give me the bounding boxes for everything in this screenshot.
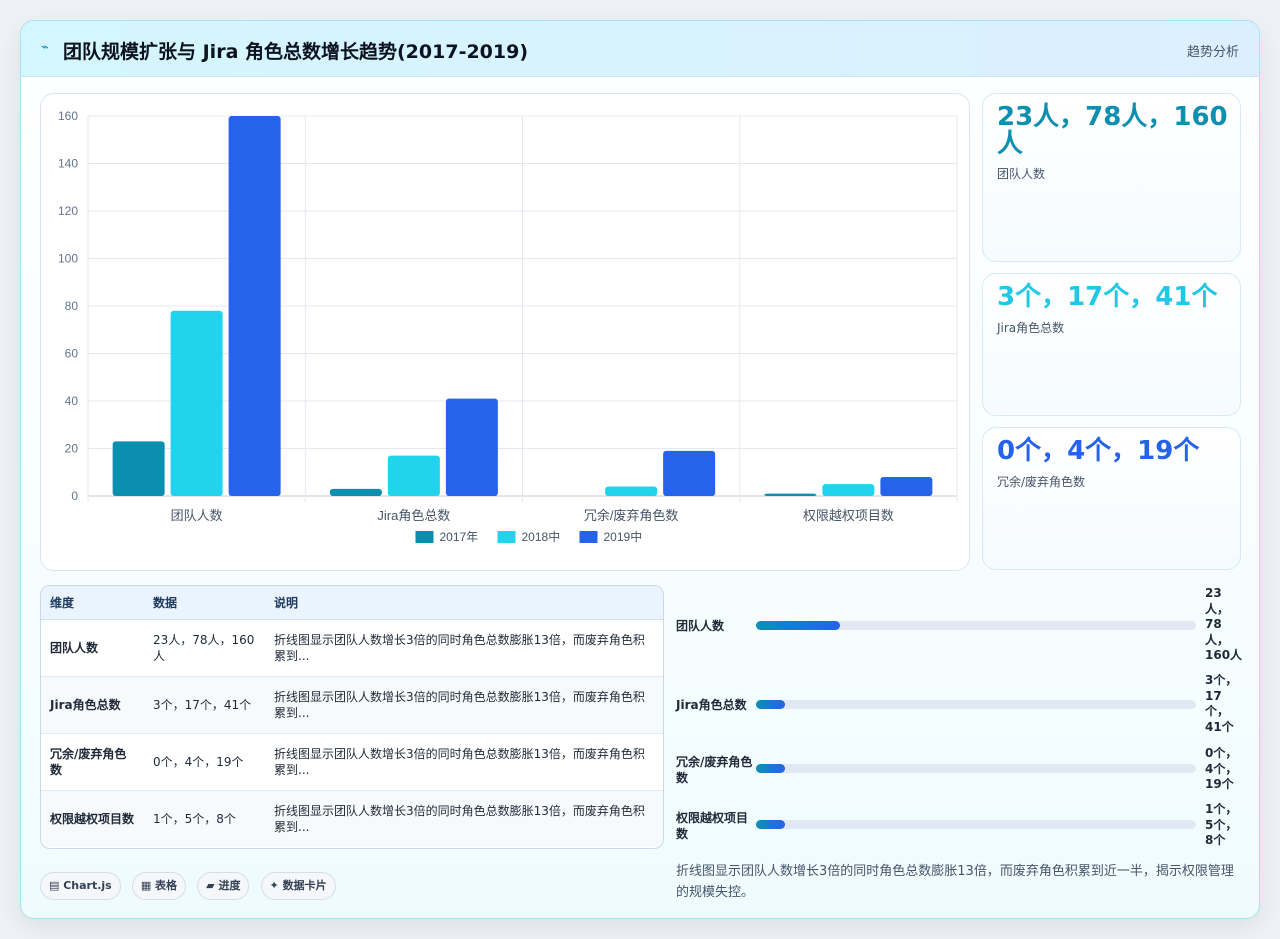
progress-fill	[756, 700, 785, 709]
kpi-card-roles: 3个，17个，41个 Jira角色总数	[982, 273, 1241, 416]
chip-data-cards[interactable]: ✦ 数据卡片	[260, 872, 336, 900]
cell-description: 折线图显示团队人数增长3倍的同时角色总数膨胀13倍，而废弃角色积累到...	[274, 746, 645, 777]
chip-chartjs[interactable]: ▤ Chart.js	[40, 872, 121, 900]
y-tick-label: 60	[65, 347, 79, 361]
table-row: 权限越权项目数 1个，5个，8个 折线图显示团队人数增长3倍的同时角色总数膨胀1…	[41, 790, 663, 847]
x-tick-label: 冗余/废弃角色数	[584, 508, 679, 523]
table-row: 冗余/废弃角色数 0个，4个，19个 折线图显示团队人数增长3倍的同时角色总数膨…	[41, 733, 663, 790]
progress-row-team: 团队人数 23人，78人，160人	[676, 586, 1246, 666]
progress-row-deprecated: 冗余/废弃角色数 0个，4个，19个	[676, 746, 1246, 794]
data-table: 维度 数据 说明 团队人数 23人，78人，160人 折线图显示团队人数增长3倍…	[40, 585, 664, 849]
bar	[228, 116, 281, 496]
header-tag: 趋势分析	[1186, 45, 1239, 60]
column-header: 数据	[144, 586, 265, 620]
header-bar: ⌁ 团队规模扩张与 Jira 角色总数增长趋势(2017-2019) 趋势分析	[21, 21, 1259, 77]
cell-description: 折线图显示团队人数增长3倍的同时角色总数膨胀13倍，而废弃角色积累到...	[274, 689, 645, 720]
progress-label: 团队人数	[676, 619, 725, 633]
legend-swatch	[415, 531, 434, 543]
progress-value: 23人，78人，160人	[1205, 586, 1243, 662]
y-tick-label: 160	[58, 109, 78, 123]
kpi-label: Jira角色总数	[997, 321, 1065, 335]
progress-track	[756, 820, 1196, 829]
progress-value: 3个，17个，41个	[1205, 673, 1238, 734]
legend-label: 2018中	[522, 529, 561, 544]
y-tick-label: 40	[65, 394, 79, 408]
y-tick-label: 80	[65, 299, 79, 313]
chip-table[interactable]: ▦ 表格	[131, 872, 187, 900]
kpi-value: 23人，78人，160人	[997, 102, 1228, 159]
y-tick-label: 120	[58, 204, 78, 218]
bar	[764, 493, 817, 496]
bar-chart-panel: 0 20 40 60 80 100 120 140 160 团队人数 Jira角色总数 冗余/废弃角色…	[40, 93, 970, 571]
cell-description: 折线图显示团队人数增长3倍的同时角色总数膨胀13倍，而废弃角色积累到...	[274, 632, 645, 663]
progress-row-overreach: 权限越权项目数 1个，5个，8个	[676, 802, 1246, 850]
legend-label: 2017年	[440, 530, 479, 544]
column-header: 维度	[41, 586, 144, 620]
kpi-label: 团队人数	[997, 167, 1046, 181]
legend-swatch	[497, 531, 516, 543]
progress-track	[756, 700, 1196, 709]
progress-value: 0个，4个，19个	[1205, 746, 1238, 791]
cell-data: 23人，78人，160人	[153, 632, 255, 663]
bar	[663, 450, 716, 496]
dashboard-card: ⌁ 团队规模扩张与 Jira 角色总数增长趋势(2017-2019) 趋势分析 …	[20, 20, 1260, 919]
bar	[170, 310, 223, 496]
x-tick-label: 权限越权项目数	[803, 508, 894, 523]
y-tick-label: 140	[58, 157, 78, 171]
legend-swatch	[579, 531, 598, 543]
y-tick-label: 0	[71, 489, 78, 503]
x-tick-label: Jira角色总数	[377, 508, 450, 523]
kpi-card-team: 23人，78人，160人 团队人数	[982, 93, 1241, 262]
kpi-value: 0个，4个，19个	[997, 436, 1200, 466]
pulse-icon: ⌁	[41, 40, 49, 55]
view-chips: ▤ Chart.js ▦ 表格 ▰ 进度 ✦ 数据卡片	[40, 872, 342, 900]
progress-fill	[756, 764, 785, 773]
x-tick-label: 团队人数	[171, 508, 223, 523]
bar	[880, 477, 933, 496]
bar	[445, 398, 498, 496]
bar	[329, 488, 382, 496]
cell-dimension: 团队人数	[50, 640, 99, 655]
legend-label: 2019中	[604, 529, 643, 544]
table-header-row: 维度 数据 说明	[41, 586, 663, 620]
cell-dimension: 权限越权项目数	[50, 811, 135, 826]
kpi-value: 3个，17个，41个	[997, 282, 1218, 312]
kpi-label: 冗余/废弃角色数	[997, 475, 1086, 489]
table-row: Jira角色总数 3个，17个，41个 折线图显示团队人数增长3倍的同时角色总数…	[41, 676, 663, 733]
chip-progress[interactable]: ▰ 进度	[197, 872, 250, 900]
progress-fill	[756, 820, 785, 829]
summary-note: 折线图显示团队人数增长3倍的同时角色总数膨胀13倍，而废弃角色积累到近一半，揭示…	[676, 864, 1234, 900]
bar	[605, 486, 658, 496]
y-tick-label: 100	[58, 252, 78, 266]
progress-label: Jira角色总数	[676, 698, 747, 712]
progress-track	[756, 621, 1196, 630]
progress-row-roles: Jira角色总数 3个，17个，41个	[676, 673, 1246, 735]
progress-label: 冗余/废弃角色数	[676, 755, 753, 785]
cell-description: 折线图显示团队人数增长3倍的同时角色总数膨胀13倍，而废弃角色积累到...	[274, 803, 645, 834]
column-header: 说明	[265, 586, 663, 620]
cell-data: 0个，4个，19个	[153, 754, 244, 769]
bar	[387, 455, 440, 496]
progress-value: 1个，5个，8个	[1205, 802, 1238, 847]
cell-data: 3个，17个，41个	[153, 697, 252, 712]
progress-fill	[756, 621, 840, 630]
cell-dimension: 冗余/废弃角色数	[50, 746, 127, 777]
y-tick-label: 20	[65, 442, 79, 456]
progress-label: 权限越权项目数	[676, 811, 749, 841]
page-title: 团队规模扩张与 Jira 角色总数增长趋势(2017-2019)	[63, 41, 529, 63]
progress-track	[756, 764, 1196, 773]
kpi-card-deprecated: 0个，4个，19个 冗余/废弃角色数	[982, 427, 1241, 570]
bar-chart: 0 20 40 60 80 100 120 140 160 团队人数 Jira角色总数 冗余/废弃角色…	[58, 109, 958, 544]
table-row: 团队人数 23人，78人，160人 折线图显示团队人数增长3倍的同时角色总数膨胀…	[41, 619, 663, 676]
cell-dimension: Jira角色总数	[50, 697, 121, 712]
bar	[112, 441, 165, 496]
cell-data: 1个，5个，8个	[153, 811, 236, 826]
bar	[822, 484, 875, 496]
